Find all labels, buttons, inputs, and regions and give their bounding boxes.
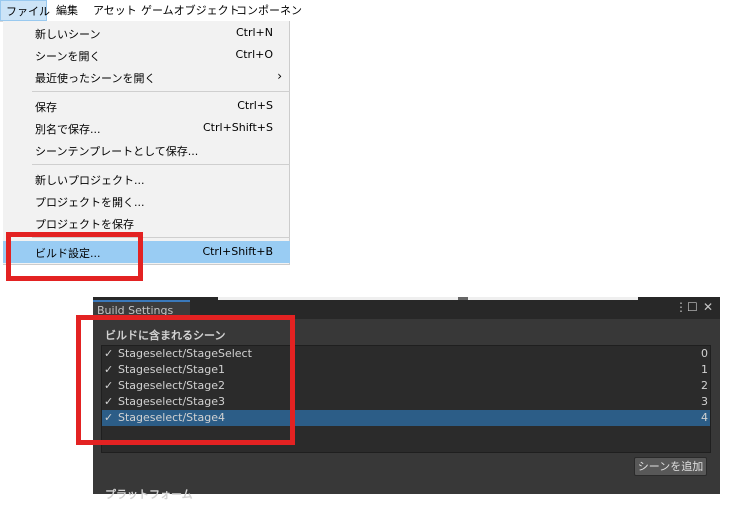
menu-item-label: シーンテンプレートとして保存... xyxy=(35,145,199,158)
menu-item-save-as-template[interactable]: シーンテンプレートとして保存... xyxy=(3,139,290,161)
menu-item-shortcut: Ctrl+Shift+B xyxy=(202,245,273,258)
menu-item-label: 新しいプロジェクト... xyxy=(35,174,145,187)
menu-bar: ファイル 編集 アセット ゲームオブジェクト コンポーネン xyxy=(0,0,302,22)
chevron-right-icon: › xyxy=(277,69,282,83)
menu-item-save-project[interactable]: プロジェクトを保存 xyxy=(3,212,290,234)
menu-item-label: 別名で保存... xyxy=(35,123,101,136)
annotation-highlight-box xyxy=(6,232,143,281)
menu-separator xyxy=(32,164,290,165)
menu-separator xyxy=(32,91,290,92)
menu-item-new-project[interactable]: 新しいプロジェクト... xyxy=(3,168,290,190)
menu-item-save[interactable]: 保存 Ctrl+S xyxy=(3,95,290,117)
scene-index: 0 xyxy=(701,347,708,360)
close-icon[interactable]: ✕ xyxy=(703,300,713,314)
menu-component[interactable]: コンポーネン xyxy=(236,0,302,21)
maximize-icon[interactable]: ☐ xyxy=(687,300,698,314)
menu-edit[interactable]: 編集 xyxy=(56,0,78,21)
menu-item-label: 新しいシーン xyxy=(35,28,101,41)
menu-item-new-scene[interactable]: 新しいシーン Ctrl+N xyxy=(3,22,290,44)
file-dropdown-menu: 新しいシーン Ctrl+N シーンを開く Ctrl+O 最近使ったシーンを開く … xyxy=(3,21,290,265)
menu-item-save-as[interactable]: 別名で保存... Ctrl+Shift+S xyxy=(3,117,290,139)
menu-item-label: 保存 xyxy=(35,101,57,114)
menu-gameobject[interactable]: ゲームオブジェクト xyxy=(141,0,240,21)
platform-section-label: プラットフォーム xyxy=(105,488,193,501)
window-edge-marker xyxy=(458,297,468,300)
menu-file[interactable]: ファイル xyxy=(0,0,50,21)
menu-item-open-project[interactable]: プロジェクトを開く... xyxy=(3,190,290,212)
window-edge xyxy=(218,297,638,300)
menu-item-label: プロジェクトを保存 xyxy=(35,218,134,231)
menu-item-shortcut: Ctrl+N xyxy=(235,26,273,39)
menu-assets[interactable]: アセット xyxy=(93,0,137,21)
scene-index: 4 xyxy=(701,411,708,424)
menu-item-shortcut: Ctrl+Shift+S xyxy=(203,121,273,134)
menu-item-label: プロジェクトを開く... xyxy=(35,196,145,209)
scene-index: 3 xyxy=(701,395,708,408)
menu-item-open-scene[interactable]: シーンを開く Ctrl+O xyxy=(3,44,290,66)
add-open-scenes-button[interactable]: シーンを追加 xyxy=(634,457,707,476)
menu-item-shortcut: Ctrl+O xyxy=(235,48,273,61)
menu-item-label: シーンを開く xyxy=(35,50,101,63)
menu-item-recent-scenes[interactable]: 最近使ったシーンを開く › xyxy=(3,66,290,88)
kebab-menu-icon[interactable]: ⋮ xyxy=(675,300,687,314)
scene-index: 1 xyxy=(701,363,708,376)
annotation-highlight-box xyxy=(76,315,295,445)
menu-item-shortcut: Ctrl+S xyxy=(237,99,273,112)
menu-item-label: 最近使ったシーンを開く xyxy=(35,72,156,85)
scene-index: 2 xyxy=(701,379,708,392)
